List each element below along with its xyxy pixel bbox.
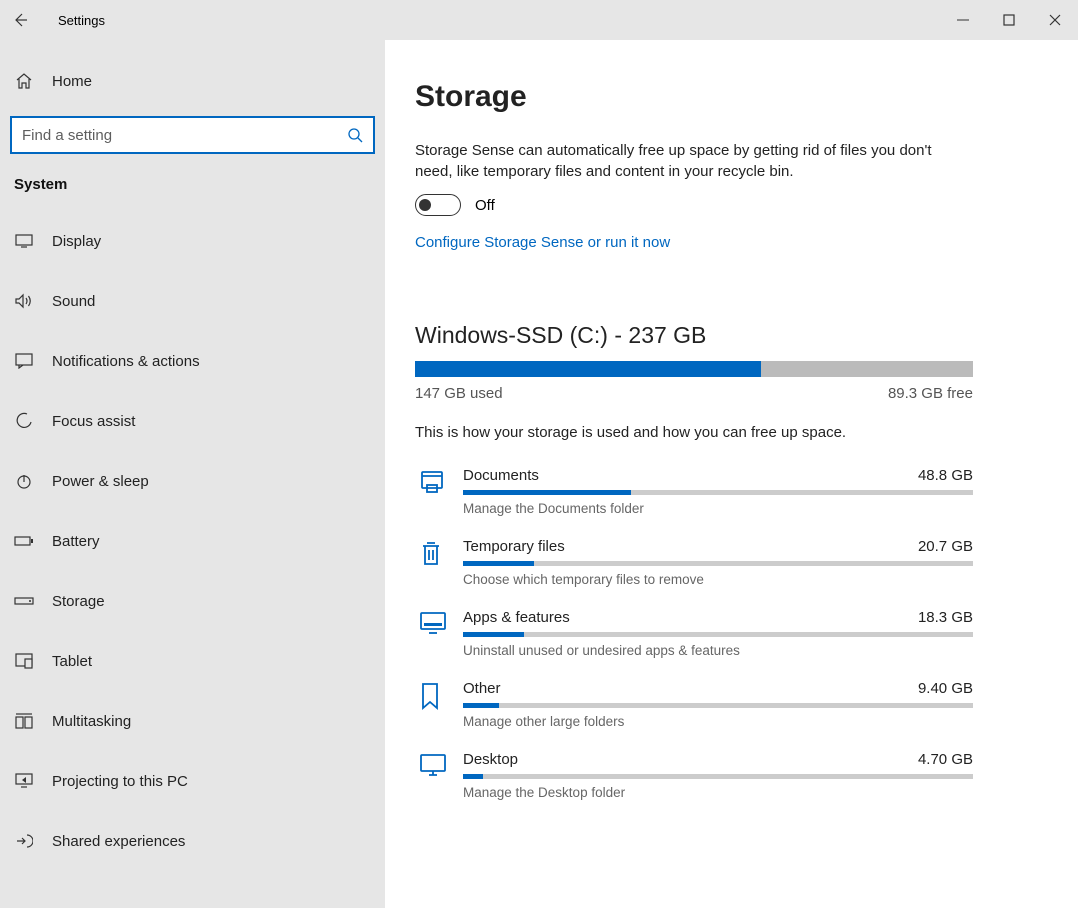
category-desktop[interactable]: Desktop 4.70 GB Manage the Desktop folder xyxy=(415,751,973,800)
desktop-icon xyxy=(415,751,463,800)
notifications-icon xyxy=(14,353,34,369)
apps-features-icon xyxy=(415,609,463,658)
storage-sense-toggle[interactable] xyxy=(415,194,461,216)
nav-label: Multitasking xyxy=(52,713,131,730)
nav-tablet[interactable]: Tablet xyxy=(0,631,385,691)
category-other[interactable]: Other 9.40 GB Manage other large folders xyxy=(415,680,973,729)
category-apps-features[interactable]: Apps & features 18.3 GB Uninstall unused o… xyxy=(415,609,973,658)
nav-focus-assist[interactable]: Focus assist xyxy=(0,391,385,451)
toggle-state-label: Off xyxy=(475,197,495,214)
category-bar xyxy=(463,490,973,495)
category-bar xyxy=(463,774,973,779)
nav-notifications[interactable]: Notifications & actions xyxy=(0,331,385,391)
category-name: Desktop xyxy=(463,751,518,768)
temporary-files-icon xyxy=(415,538,463,587)
category-bar xyxy=(463,703,973,708)
drive-free-text: 89.3 GB free xyxy=(888,385,973,402)
nav-label: Power & sleep xyxy=(52,473,149,490)
nav-shared-experiences[interactable]: Shared experiences xyxy=(0,811,385,871)
configure-storage-sense-link[interactable]: Configure Storage Sense or run it now xyxy=(415,234,670,251)
nav-sound[interactable]: Sound xyxy=(0,271,385,331)
category-subtext: Choose which temporary files to remove xyxy=(463,572,973,587)
storage-icon xyxy=(14,596,34,606)
main-content: Storage Storage Sense can automatically … xyxy=(385,40,1078,908)
category-name: Other xyxy=(463,680,501,697)
category-name: Apps & features xyxy=(463,609,570,626)
sound-icon xyxy=(14,293,34,309)
category-temporary-files[interactable]: Temporary files 20.7 GB Choose which tempo… xyxy=(415,538,973,587)
storage-sense-description: Storage Sense can automatically free up … xyxy=(415,140,955,182)
sidebar-home-label: Home xyxy=(52,73,92,90)
nav-label: Display xyxy=(52,233,101,250)
back-button[interactable] xyxy=(0,0,40,40)
search-input[interactable] xyxy=(10,116,375,154)
tablet-icon xyxy=(14,653,34,669)
titlebar: Settings xyxy=(0,0,1078,40)
search-icon xyxy=(347,127,363,143)
page-title: Storage xyxy=(415,80,1048,114)
category-documents[interactable]: Documents 48.8 GB Manage the Documents fol… xyxy=(415,467,973,516)
sidebar-home[interactable]: Home xyxy=(0,60,385,102)
focus-icon xyxy=(14,412,34,430)
other-icon xyxy=(415,680,463,729)
drive-used-text: 147 GB used xyxy=(415,385,503,402)
nav-label: Battery xyxy=(52,533,100,550)
category-bar xyxy=(463,561,973,566)
close-button[interactable] xyxy=(1032,0,1078,40)
projecting-icon xyxy=(14,773,34,789)
category-subtext: Manage the Desktop folder xyxy=(463,785,973,800)
drive-usage-bar xyxy=(415,361,973,377)
nav-storage[interactable]: Storage xyxy=(0,571,385,631)
battery-icon xyxy=(14,535,34,547)
category-size: 9.40 GB xyxy=(918,680,973,697)
nav-label: Tablet xyxy=(52,653,92,670)
nav-label: Focus assist xyxy=(52,413,135,430)
nav-label: Notifications & actions xyxy=(52,353,200,370)
maximize-button[interactable] xyxy=(986,0,1032,40)
category-subtext: Manage other large folders xyxy=(463,714,973,729)
sidebar-section-label: System xyxy=(0,176,385,211)
nav-label: Sound xyxy=(52,293,95,310)
category-size: 20.7 GB xyxy=(918,538,973,555)
sidebar: Home System Display Sound Notifications … xyxy=(0,40,385,908)
category-bar xyxy=(463,632,973,637)
category-size: 18.3 GB xyxy=(918,609,973,626)
nav-label: Shared experiences xyxy=(52,833,185,850)
category-name: Temporary files xyxy=(463,538,565,555)
usage-explain: This is how your storage is used and how… xyxy=(415,424,1048,441)
window-title: Settings xyxy=(58,13,105,28)
nav-power-sleep[interactable]: Power & sleep xyxy=(0,451,385,511)
category-subtext: Uninstall unused or undesired apps & fea… xyxy=(463,643,973,658)
nav-multitasking[interactable]: Multitasking xyxy=(0,691,385,751)
home-icon xyxy=(14,72,34,90)
category-size: 4.70 GB xyxy=(918,751,973,768)
search-wrap xyxy=(10,116,375,154)
power-icon xyxy=(14,472,34,490)
display-icon xyxy=(14,234,34,248)
shared-icon xyxy=(14,833,34,849)
nav-display[interactable]: Display xyxy=(0,211,385,271)
minimize-button[interactable] xyxy=(940,0,986,40)
category-subtext: Manage the Documents folder xyxy=(463,501,973,516)
category-size: 48.8 GB xyxy=(918,467,973,484)
nav-label: Projecting to this PC xyxy=(52,773,188,790)
category-name: Documents xyxy=(463,467,539,484)
nav-battery[interactable]: Battery xyxy=(0,511,385,571)
drive-title: Windows-SSD (C:) - 237 GB xyxy=(415,322,1048,349)
nav-projecting[interactable]: Projecting to this PC xyxy=(0,751,385,811)
documents-icon xyxy=(415,467,463,516)
nav-label: Storage xyxy=(52,593,105,610)
multitasking-icon xyxy=(14,713,34,729)
